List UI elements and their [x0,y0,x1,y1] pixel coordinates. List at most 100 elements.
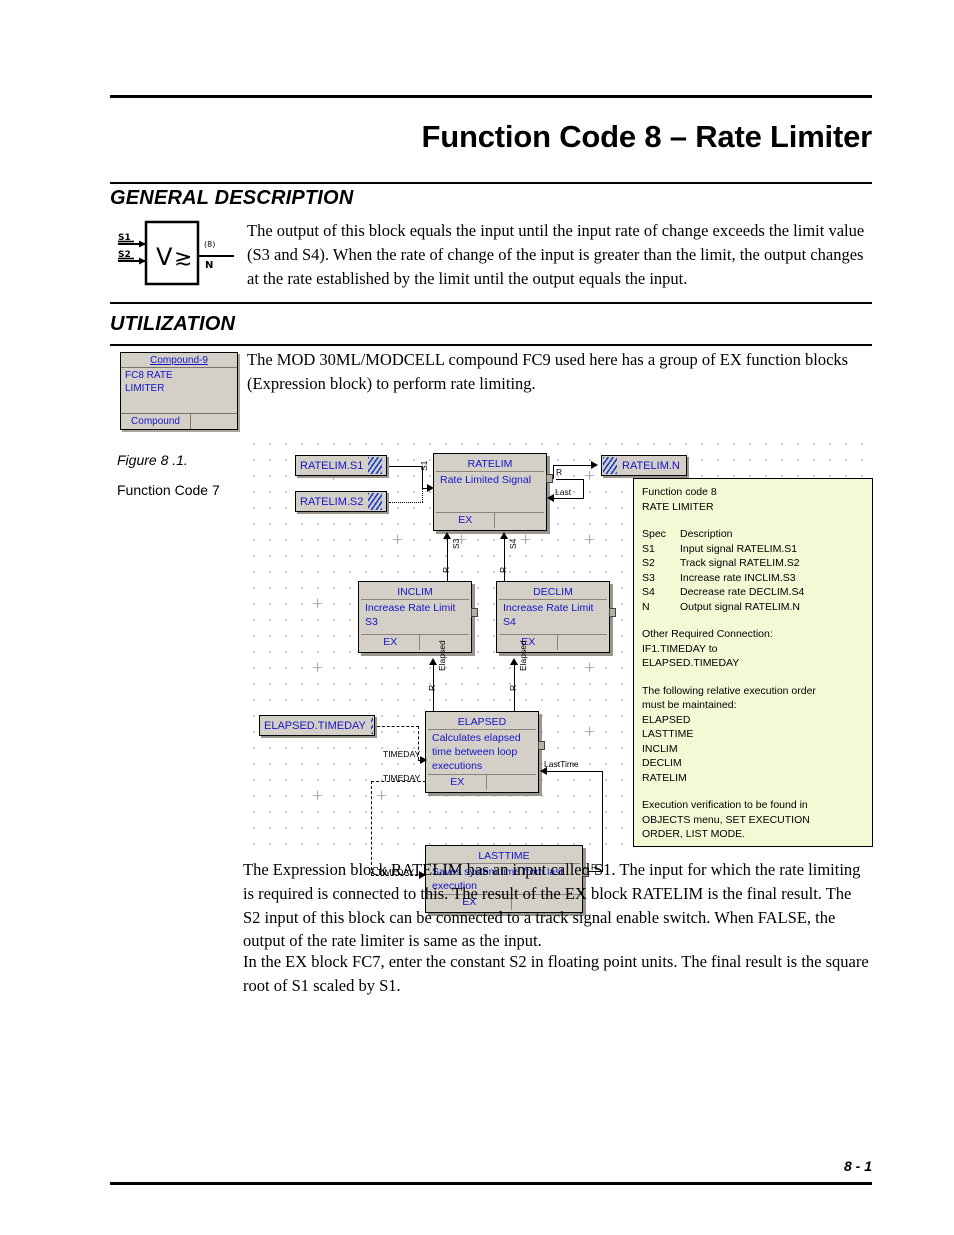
legend-spec-code: S4 [642,586,655,598]
grid-plus-mark [585,727,594,736]
legend-spec-header-col1: Spec [642,528,666,540]
connector-label-r-elapsed-in2: R [508,684,518,691]
ex-block-type: EX [428,775,488,790]
header-rule [110,95,872,98]
document-page: Function Code 8 – Rate Limiter GENERAL D… [0,0,954,1235]
grid-plus-mark [585,663,594,672]
compound-block: Compound-9 FC8 RATE LIMITER Compound [120,352,238,430]
general-description-heading: GENERAL DESCRIPTION [110,187,354,209]
utilization-heading: UTILIZATION [110,313,236,335]
connector-label-r-declim: R [498,566,508,573]
connector-label-s1: S1 [419,460,429,471]
connector-arrow-elapsed-declim [510,658,518,665]
connector-s4 [504,539,505,581]
connector-s2 [389,502,423,503]
connector-last [552,498,584,499]
connector-label-last: Last [555,487,572,497]
compound-block-line1: FC8 RATE [125,370,173,381]
grid-plus-mark [377,791,386,800]
grid-plus-mark [585,471,594,480]
connector-arrow-last [547,494,554,502]
ex-block-footer-empty [558,635,607,650]
footer-rule [110,1182,872,1185]
ex-block-ratelim[interactable]: RATELIM Rate Limited Signal EX [433,453,547,531]
signal-hatch-icon [370,717,373,734]
ex-block-footer-empty [495,513,544,528]
ex-block-output-nub [609,608,616,617]
ex-block-inclim[interactable]: INCLIM Increase Rate Limit S3 EX [358,581,472,653]
svg-text:≳: ≳ [174,246,192,271]
legend-spec-description: Input signal RATELIM.S1 [680,542,798,555]
connector-label-elapsed-declim: Elapsed [518,640,528,671]
ex-block-title: INCLIM [361,584,469,600]
connector-label-r-elapsed-in1: R [427,684,437,691]
legend-spec-row: N Output signal RATELIM.N [642,600,864,615]
legend-order-item: INCLIM [642,742,678,755]
connector-arrow-timeday-1 [420,756,427,764]
svg-text:S2: S2 [118,250,131,260]
body-paragraph-2: In the EX block FC7, enter the constant … [243,952,869,995]
legend-order-item: ELAPSED [642,713,691,726]
connector-s3 [447,539,448,581]
legend-spec-header: Spec Description [642,527,864,542]
grid-plus-mark [313,599,322,608]
figure-caption-line2: Function Code 7 [117,482,220,498]
legend-spec-row: S1 Input signal RATELIM.S1 [642,542,864,557]
legend-spec-row: S4 Decrease rate DECLIM.S4 [642,585,864,600]
ex-block-description: Rate Limited Signal [440,474,532,486]
signal-tag-label: ELAPSED.TIMEDAY [264,719,366,732]
legend-spec-code: S2 [642,557,655,569]
connector-r-out [553,465,595,466]
grid-plus-mark [521,535,530,544]
grid-plus-mark [585,535,594,544]
legend-verify-line2: OBJECTS menu, SET EXECUTION [642,813,810,826]
connector-arrow-elapsed-inclim [429,658,437,665]
legend-order-title-line2: must be maintained: [642,699,737,711]
connector-label-r-inclim: R [441,566,451,573]
page-title: Function Code 8 – Rate Limiter [421,119,873,154]
connector-last [583,479,584,499]
svg-text:(8): (8) [204,240,215,249]
compound-block-footer-empty [191,414,237,429]
connector-arrow-s3 [443,532,451,539]
svg-text:S1: S1 [118,233,131,243]
ex-block-footer: EX [428,774,536,790]
ex-block-description: Increase Rate Limit S3 [365,602,456,628]
ex-block-output-nub [471,608,478,617]
signal-tag-elapsed-timeday[interactable]: ELAPSED.TIMEDAY [259,715,375,736]
connector-label-lasttime-in: LastTime [544,759,579,769]
ex-block-footer: EX [361,634,469,650]
grid-plus-mark [313,663,322,672]
connector-last [556,479,584,480]
ex-block-elapsed[interactable]: ELAPSED Calculates elapsed time between … [425,711,539,793]
signal-tag-ratelim-s2[interactable]: RATELIM.S2 [295,491,387,512]
connector-label-s3: S3 [451,538,461,549]
svg-text:V: V [156,243,173,271]
signal-hatch-icon [368,493,383,510]
legend-line2: RATE LIMITER [642,500,714,513]
ex-block-type: EX [436,513,496,528]
connector-label-timeday-2: TIMEDAY [383,773,421,783]
function-block-diagram: RATELIM.S1 RATELIM.S2 RATELIM.N ELAPSED.… [253,443,875,913]
ex-block-declim[interactable]: DECLIM Increase Rate Limit S4 EX [496,581,610,653]
utilization-text: The MOD 30ML/MODCELL compound FC9 used h… [247,350,849,393]
connector-timeday-1 [377,726,419,727]
connector-arrow-r-out [591,461,598,469]
svg-text:N: N [205,260,213,271]
ex-block-footer: EX [436,512,544,528]
signal-tag-label: RATELIM.N [622,459,680,472]
function-block-symbol: V ≳ (8) N S1 S2 [112,216,240,294]
ex-block-description: Increase Rate Limit S4 [503,602,594,628]
signal-tag-ratelim-s1[interactable]: RATELIM.S1 [295,455,387,476]
legend-order-item: LASTTIME [642,728,694,740]
connector-label-r-out: R [556,467,563,477]
signal-hatch-icon [368,457,383,474]
legend-spec-row: S3 Increase rate INCLIM.S3 [642,571,864,586]
compound-block-footer: Compound [121,413,237,429]
legend-spec-header-col2: Description [680,528,733,540]
signal-tag-ratelim-n[interactable]: RATELIM.N [601,455,687,476]
legend-spec-code: N [642,600,650,613]
general-description-text: The output of this block equals the inpu… [247,221,865,288]
legend-spec-description: Increase rate INCLIM.S3 [680,571,796,584]
ex-block-output-nub [546,474,553,483]
